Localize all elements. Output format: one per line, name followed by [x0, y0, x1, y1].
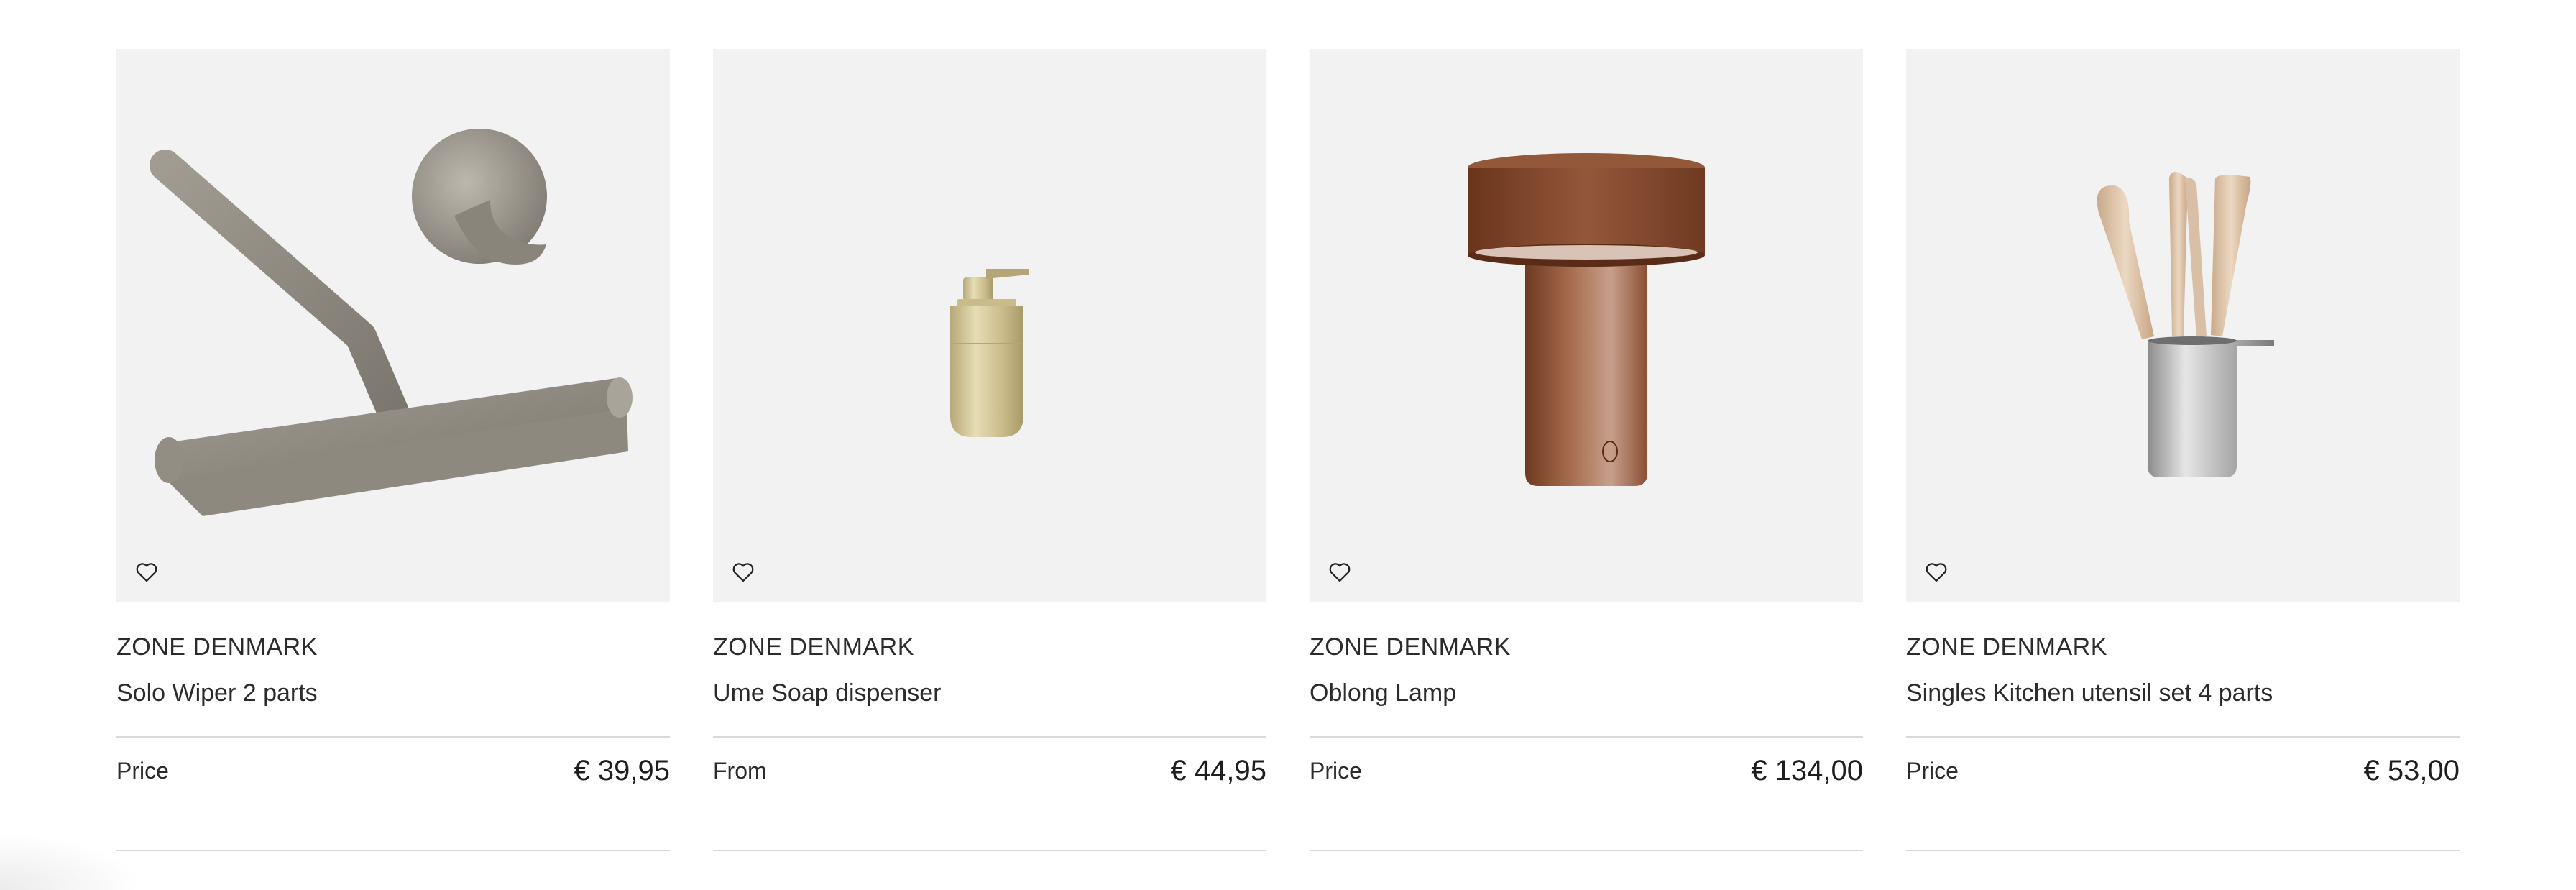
product-grid: ZONE DENMARK Solo Wiper 2 parts Price € … — [116, 49, 2460, 851]
kitchen-utensil-set-image — [2097, 172, 2274, 477]
price-row: Price € 53,00 — [1906, 740, 2460, 801]
heart-outline-icon — [1329, 563, 1351, 582]
price-row: From € 44,95 — [713, 740, 1266, 801]
wishlist-button[interactable] — [727, 556, 759, 588]
price-value: € 44,95 — [1170, 754, 1266, 786]
divider — [1906, 850, 2460, 851]
divider — [713, 736, 1266, 738]
price-value: € 134,00 — [1751, 754, 1863, 786]
product-image-container[interactable] — [713, 49, 1266, 602]
divider — [116, 850, 670, 851]
price-row: Price € 39,95 — [116, 740, 670, 801]
divider — [1906, 736, 2460, 738]
price-value: € 53,00 — [2363, 754, 2460, 786]
heart-outline-icon — [136, 563, 157, 582]
wishlist-button[interactable] — [1920, 556, 1952, 588]
product-brand[interactable]: ZONE DENMARK — [713, 633, 1266, 661]
price-label: Price — [1310, 757, 1362, 784]
heart-outline-icon — [1926, 563, 1947, 582]
divider — [1310, 736, 1863, 738]
heart-outline-icon — [732, 563, 754, 582]
product-image-container[interactable] — [116, 49, 670, 602]
price-label: From — [713, 757, 767, 784]
product-brand[interactable]: ZONE DENMARK — [116, 633, 670, 661]
soap-dispenser-image — [950, 269, 1029, 437]
product-name[interactable]: Oblong Lamp — [1310, 679, 1863, 707]
squeegee-and-hook-image — [150, 129, 632, 516]
product-name[interactable]: Singles Kitchen utensil set 4 parts — [1906, 679, 2460, 707]
wishlist-button[interactable] — [1324, 556, 1356, 588]
price-row: Price € 134,00 — [1310, 740, 1863, 801]
product-image-container[interactable] — [1906, 49, 2460, 602]
price-label: Price — [116, 757, 169, 784]
product-card-oblong-lamp[interactable]: ZONE DENMARK Oblong Lamp Price € 134,00 — [1310, 49, 1863, 851]
product-brand[interactable]: ZONE DENMARK — [1906, 633, 2460, 661]
product-card-solo-wiper[interactable]: ZONE DENMARK Solo Wiper 2 parts Price € … — [116, 49, 670, 851]
divider — [116, 736, 670, 738]
divider — [1310, 850, 1863, 851]
divider — [713, 850, 1266, 851]
price-label: Price — [1906, 757, 1959, 784]
product-image-container[interactable] — [1310, 49, 1863, 602]
product-name[interactable]: Solo Wiper 2 parts — [116, 679, 670, 707]
table-lamp-image — [1468, 153, 1705, 486]
wishlist-button[interactable] — [131, 556, 162, 588]
product-brand[interactable]: ZONE DENMARK — [1310, 633, 1863, 661]
product-name[interactable]: Ume Soap dispenser — [713, 679, 1266, 707]
product-card-ume-soap-dispenser[interactable]: ZONE DENMARK Ume Soap dispenser From € 4… — [713, 49, 1266, 851]
product-card-singles-kitchen-utensil-set[interactable]: ZONE DENMARK Singles Kitchen utensil set… — [1906, 49, 2460, 851]
price-value: € 39,95 — [574, 754, 670, 786]
